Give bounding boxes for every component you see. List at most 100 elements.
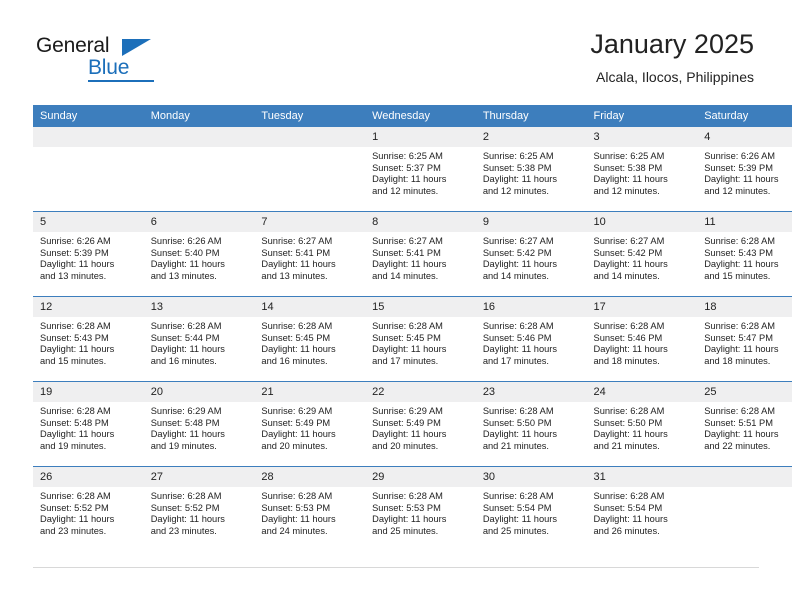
- calendar-day-cell[interactable]: 20 Sunrise: 6:29 AM Sunset: 5:48 PM Dayligh…: [143, 381, 255, 467]
- calendar-day-cell[interactable]: 24 Sunrise: 6:28 AM Sunset: 5:50 PM Dayligh…: [586, 381, 698, 467]
- sunset-text: Sunset: 5:51 PM: [704, 417, 773, 428]
- calendar-cell-empty: [33, 127, 144, 212]
- day-details: Sunrise: 6:28 AM Sunset: 5:53 PM Daylight:…: [254, 487, 365, 537]
- sunset-text: Sunset: 5:41 PM: [261, 247, 331, 258]
- day-number: 7: [254, 212, 366, 232]
- day-number: 31: [586, 467, 698, 487]
- daylight-text-line1: Daylight: 11 hours: [150, 259, 225, 270]
- calendar-day-cell[interactable]: 25 Sunrise: 6:28 AM Sunset: 5:51 PM Dayligh…: [697, 381, 792, 467]
- calendar-week-row: 26 Sunrise: 6:28 AM Sunset: 5:52 PM Dayligh…: [33, 466, 792, 551]
- triangle-icon: [122, 39, 151, 56]
- calendar-day-cell[interactable]: 10 Sunrise: 6:27 AM Sunset: 5:42 PM Dayligh…: [586, 211, 698, 297]
- day-cell-inner: 30 Sunrise: 6:28 AM Sunset: 5:54 PM Dayligh…: [475, 467, 587, 551]
- sunset-text: Sunset: 5:45 PM: [261, 332, 331, 343]
- calendar-day-cell[interactable]: 6 Sunrise: 6:26 AM Sunset: 5:40 PM Daylight…: [143, 211, 255, 297]
- day-number: 4: [697, 127, 792, 147]
- daylight-text-line2: and 17 minutes.: [372, 355, 439, 366]
- calendar-day-cell[interactable]: 7 Sunrise: 6:27 AM Sunset: 5:41 PM Daylight…: [254, 211, 366, 297]
- day-details: Sunrise: 6:29 AM Sunset: 5:49 PM Daylight:…: [365, 402, 476, 452]
- day-details: Sunrise: 6:28 AM Sunset: 5:51 PM Daylight:…: [697, 402, 792, 452]
- sunrise-text: Sunrise: 6:28 AM: [261, 321, 333, 331]
- daylight-text-line1: Daylight: 11 hours: [482, 429, 558, 440]
- sunset-text: Sunset: 5:44 PM: [150, 332, 220, 343]
- daylight-text-line2: and 13 minutes.: [150, 270, 217, 281]
- day-number: 2: [475, 127, 587, 147]
- calendar-day-cell[interactable]: 28 Sunrise: 6:28 AM Sunset: 5:53 PM Dayligh…: [254, 466, 366, 551]
- calendar-day-cell[interactable]: 17 Sunrise: 6:28 AM Sunset: 5:46 PM Dayligh…: [586, 296, 698, 382]
- calendar-day-cell[interactable]: 22 Sunrise: 6:29 AM Sunset: 5:49 PM Dayligh…: [365, 381, 476, 467]
- calendar-day-cell[interactable]: 9 Sunrise: 6:27 AM Sunset: 5:42 PM Daylight…: [475, 211, 587, 297]
- daylight-text-line1: Daylight: 11 hours: [150, 344, 225, 355]
- calendar-day-cell[interactable]: 23 Sunrise: 6:28 AM Sunset: 5:50 PM Dayligh…: [475, 381, 587, 467]
- sunrise-text: Sunrise: 6:28 AM: [482, 491, 554, 501]
- calendar-header-row: Sunday Monday Tuesday Wednesday Thursday…: [33, 105, 792, 127]
- calendar-day-cell[interactable]: 1 Sunrise: 6:25 AM Sunset: 5:37 PM Daylight…: [365, 127, 476, 212]
- day-cell-inner: 21 Sunrise: 6:29 AM Sunset: 5:49 PM Dayligh…: [254, 382, 366, 466]
- calendar-day-cell[interactable]: 16 Sunrise: 6:28 AM Sunset: 5:46 PM Dayligh…: [475, 296, 587, 382]
- sunrise-text: Sunrise: 6:28 AM: [372, 491, 443, 501]
- sunset-text: Sunset: 5:52 PM: [40, 502, 109, 513]
- general-blue-logo[interactable]: General Blue: [36, 34, 236, 88]
- daylight-text-line2: and 19 minutes.: [40, 440, 107, 451]
- daylight-text-line1: Daylight: 11 hours: [704, 429, 779, 440]
- calendar-day-cell[interactable]: 15 Sunrise: 6:28 AM Sunset: 5:45 PM Dayligh…: [365, 296, 476, 382]
- day-details: Sunrise: 6:28 AM Sunset: 5:50 PM Daylight:…: [587, 402, 698, 452]
- sunset-text: Sunset: 5:38 PM: [482, 162, 552, 173]
- daylight-text-line1: Daylight: 11 hours: [40, 344, 115, 355]
- daylight-text-line1: Daylight: 11 hours: [593, 174, 668, 185]
- calendar-day-cell[interactable]: 31 Sunrise: 6:28 AM Sunset: 5:54 PM Dayligh…: [586, 466, 698, 551]
- logo-underline: [88, 80, 154, 82]
- daylight-text-line2: and 13 minutes.: [40, 270, 107, 281]
- day-number: [33, 127, 144, 147]
- calendar-day-cell[interactable]: 4 Sunrise: 6:26 AM Sunset: 5:39 PM Daylight…: [697, 127, 792, 212]
- calendar-day-cell[interactable]: 30 Sunrise: 6:28 AM Sunset: 5:54 PM Dayligh…: [475, 466, 587, 551]
- calendar-cell-empty: [697, 466, 792, 551]
- day-details: Sunrise: 6:28 AM Sunset: 5:52 PM Daylight:…: [144, 487, 255, 537]
- sunset-text: Sunset: 5:46 PM: [482, 332, 552, 343]
- calendar-day-cell[interactable]: 26 Sunrise: 6:28 AM Sunset: 5:52 PM Dayligh…: [33, 466, 144, 551]
- sunrise-text: Sunrise: 6:29 AM: [150, 406, 222, 416]
- day-number: 26: [33, 467, 144, 487]
- sunrise-text: Sunrise: 6:28 AM: [372, 321, 443, 331]
- calendar-day-cell[interactable]: 2 Sunrise: 6:25 AM Sunset: 5:38 PM Daylight…: [475, 127, 587, 212]
- day-cell-inner: [33, 127, 144, 211]
- calendar-day-cell[interactable]: 21 Sunrise: 6:29 AM Sunset: 5:49 PM Dayligh…: [254, 381, 366, 467]
- daylight-text-line1: Daylight: 11 hours: [261, 344, 336, 355]
- weekday-header-tuesday: Tuesday: [254, 105, 366, 127]
- day-cell-inner: 15 Sunrise: 6:28 AM Sunset: 5:45 PM Dayligh…: [365, 297, 476, 381]
- daylight-text-line1: Daylight: 11 hours: [704, 174, 779, 185]
- daylight-text-line2: and 21 minutes.: [593, 440, 660, 451]
- day-cell-inner: [254, 127, 366, 211]
- calendar-day-cell[interactable]: 18 Sunrise: 6:28 AM Sunset: 5:47 PM Dayligh…: [697, 296, 792, 382]
- logo-text-general: General: [36, 34, 110, 57]
- sunset-text: Sunset: 5:54 PM: [593, 502, 663, 513]
- daylight-text-line2: and 18 minutes.: [593, 355, 660, 366]
- day-details: Sunrise: 6:28 AM Sunset: 5:47 PM Daylight:…: [697, 317, 792, 367]
- page-header: General Blue January 2025 Alcala, Ilocos…: [0, 0, 792, 104]
- daylight-text-line2: and 12 minutes.: [482, 185, 549, 196]
- calendar-day-cell[interactable]: 3 Sunrise: 6:25 AM Sunset: 5:38 PM Daylight…: [586, 127, 698, 212]
- sunrise-text: Sunrise: 6:29 AM: [372, 406, 443, 416]
- day-details: Sunrise: 6:29 AM Sunset: 5:48 PM Daylight:…: [144, 402, 255, 452]
- calendar-day-cell[interactable]: 13 Sunrise: 6:28 AM Sunset: 5:44 PM Dayligh…: [143, 296, 255, 382]
- day-number: 10: [586, 212, 698, 232]
- day-cell-inner: 29 Sunrise: 6:28 AM Sunset: 5:53 PM Dayligh…: [365, 467, 476, 551]
- sunset-text: Sunset: 5:49 PM: [261, 417, 331, 428]
- calendar-day-cell[interactable]: 8 Sunrise: 6:27 AM Sunset: 5:41 PM Daylight…: [365, 211, 476, 297]
- day-number: 24: [586, 382, 698, 402]
- daylight-text-line1: Daylight: 11 hours: [261, 514, 336, 525]
- sunset-text: Sunset: 5:39 PM: [704, 162, 773, 173]
- calendar-day-cell[interactable]: 12 Sunrise: 6:28 AM Sunset: 5:43 PM Dayligh…: [33, 296, 144, 382]
- calendar-day-cell[interactable]: 5 Sunrise: 6:26 AM Sunset: 5:39 PM Daylight…: [33, 211, 144, 297]
- daylight-text-line2: and 12 minutes.: [593, 185, 660, 196]
- calendar-day-cell[interactable]: 19 Sunrise: 6:28 AM Sunset: 5:48 PM Dayligh…: [33, 381, 144, 467]
- day-cell-inner: 20 Sunrise: 6:29 AM Sunset: 5:48 PM Dayligh…: [143, 382, 255, 466]
- day-number: 13: [143, 297, 255, 317]
- sunrise-text: Sunrise: 6:26 AM: [150, 236, 222, 246]
- daylight-text-line2: and 16 minutes.: [150, 355, 217, 366]
- calendar-day-cell[interactable]: 11 Sunrise: 6:28 AM Sunset: 5:43 PM Dayligh…: [697, 211, 792, 297]
- day-details: Sunrise: 6:28 AM Sunset: 5:45 PM Daylight:…: [365, 317, 476, 367]
- calendar-day-cell[interactable]: 14 Sunrise: 6:28 AM Sunset: 5:45 PM Dayligh…: [254, 296, 366, 382]
- calendar-day-cell[interactable]: 27 Sunrise: 6:28 AM Sunset: 5:52 PM Dayligh…: [143, 466, 255, 551]
- calendar-day-cell[interactable]: 29 Sunrise: 6:28 AM Sunset: 5:53 PM Dayligh…: [365, 466, 476, 551]
